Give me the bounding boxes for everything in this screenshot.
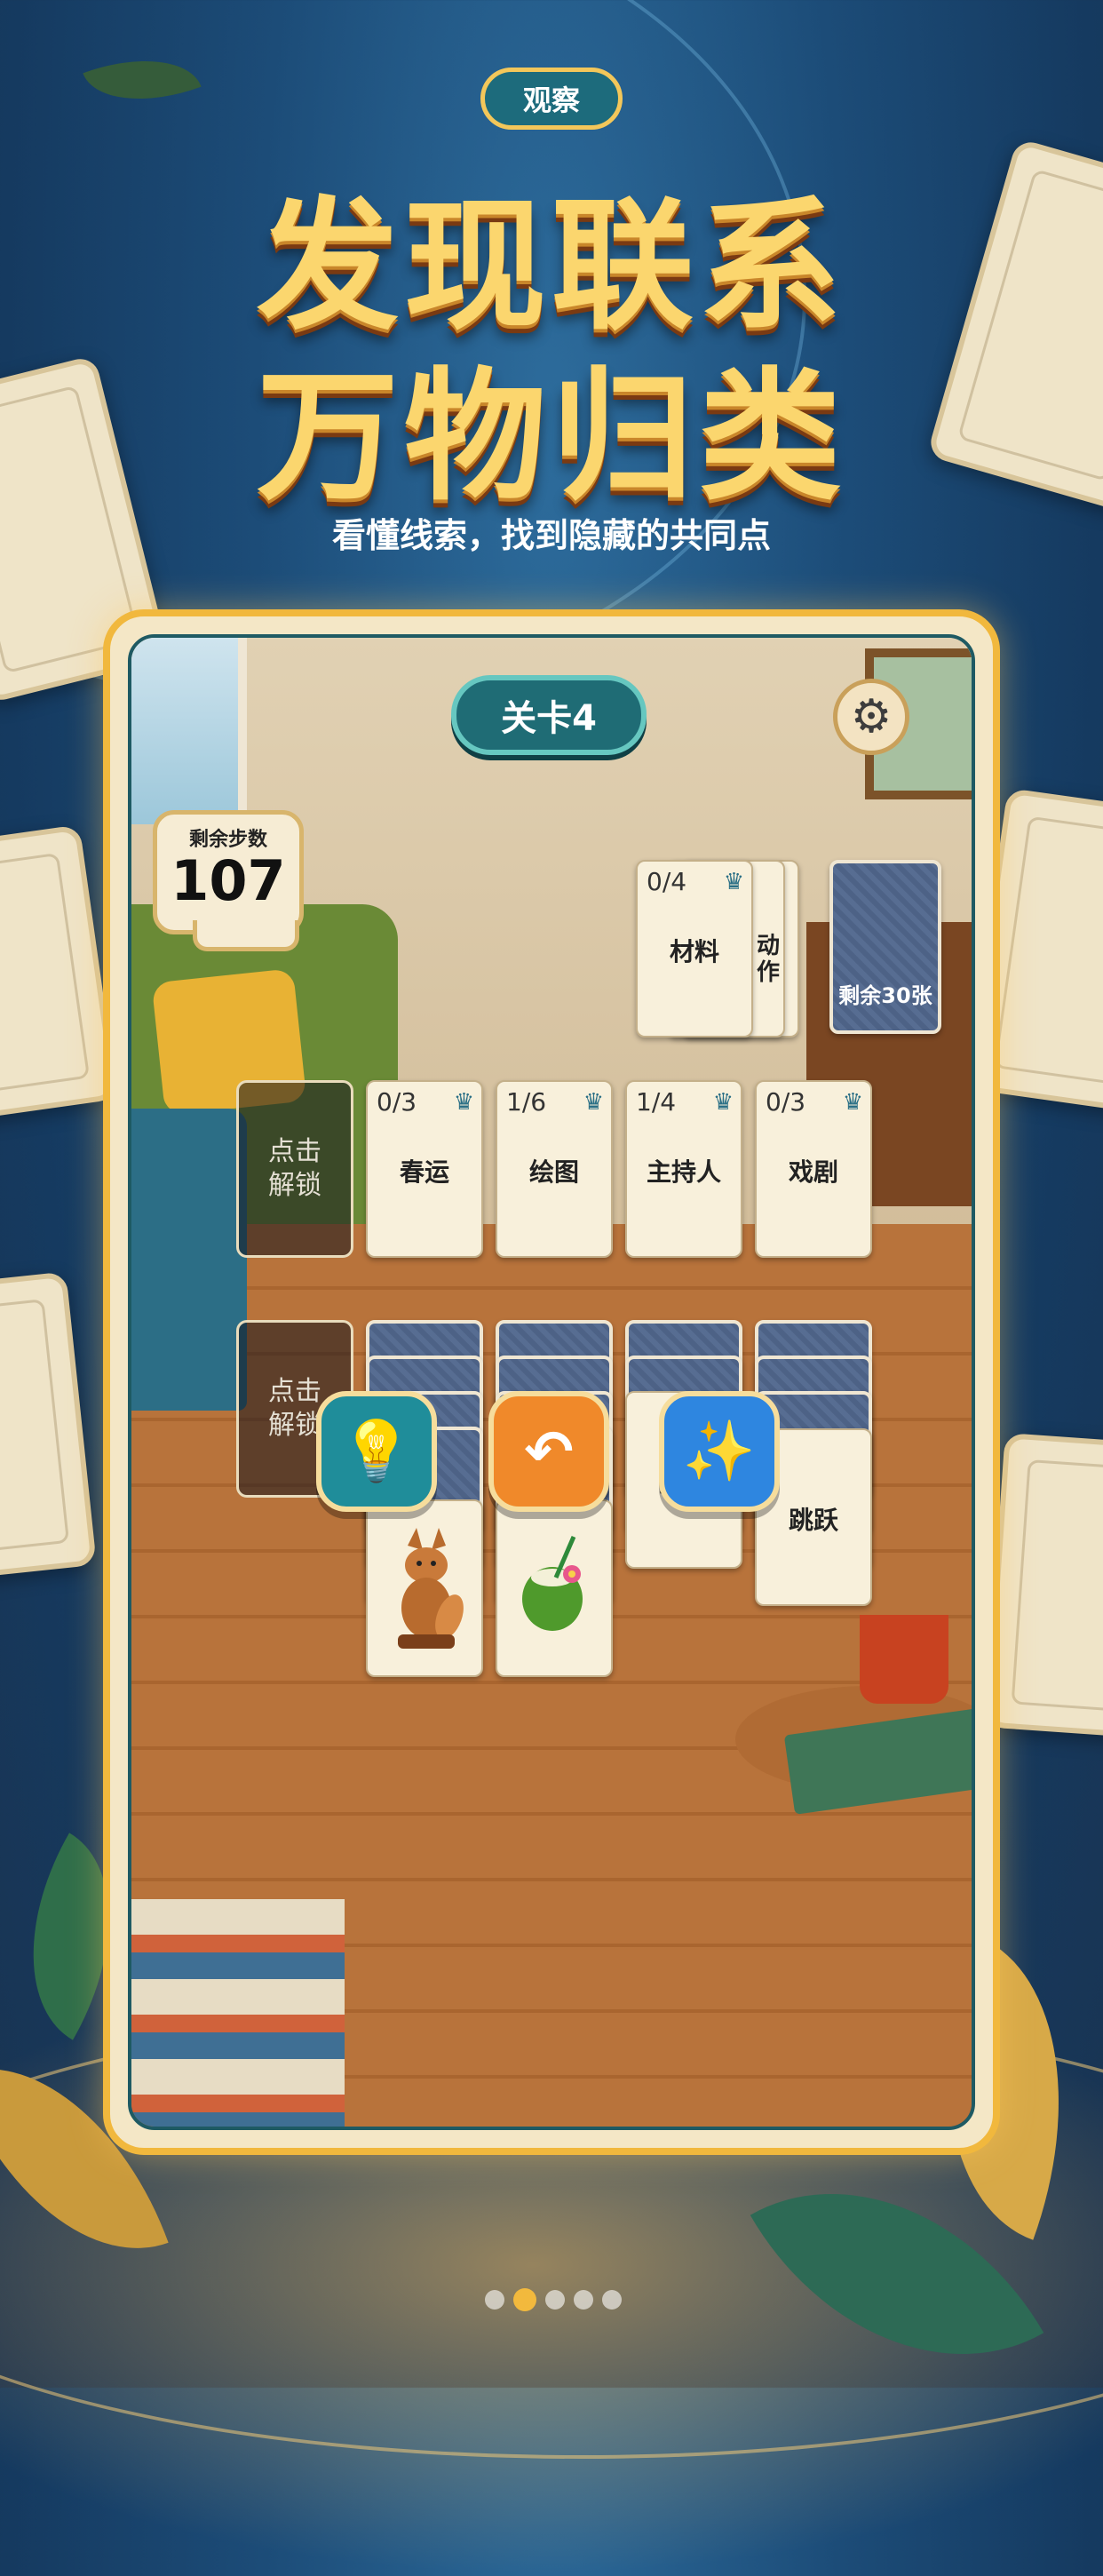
foundation-card[interactable]: 0/3 ♛ 春运 [366,1080,483,1258]
fox-statue-icon [398,1528,464,1649]
foundation-card[interactable]: 0/3 ♛ 戏剧 [755,1080,872,1258]
game-screen: 关卡4 ⚙ 剩余步数 107 动 作 0/4 ♛ 材料 剩余30张 点击 解锁 0… [128,634,975,2130]
magic-button[interactable]: ✨ [659,1391,780,1512]
foundation-card[interactable]: 1/4 ♛ 主持人 [625,1080,742,1258]
blanket [131,1109,247,1411]
page-dot[interactable] [485,2290,504,2310]
subtitle: 看懂线索，找到隐藏的共同点 [331,516,771,555]
page-dot[interactable] [545,2290,565,2310]
window [131,638,247,824]
title-line-2: 万物归类 [256,354,846,520]
pagination-dots [485,2288,622,2311]
undo-button[interactable]: ↶ [488,1391,609,1512]
page-dot[interactable] [574,2290,593,2310]
lightbulb-icon: 💡 [339,1417,414,1485]
level-badge: 关卡4 [451,675,647,755]
tableau-top-card[interactable] [366,1499,483,1677]
tableau-top-card[interactable] [496,1499,613,1677]
foundation-card[interactable]: 1/6 ♛ 绘图 [496,1080,613,1258]
waste-card-name: 材料 [669,937,719,966]
jester-hat-icon: ♛ [723,869,744,895]
waste-card-top[interactable]: 0/4 ♛ 材料 [636,860,753,1038]
category-tag: 观察 [480,68,623,130]
bg-card-left-3 [0,1271,97,1582]
gear-icon[interactable]: ⚙ [833,679,909,755]
bg-card-right-3 [984,1433,1103,1740]
striped-rug [131,1899,345,2127]
coffee-mug [860,1615,948,1704]
moves-counter: 剩余步数 107 [153,810,304,951]
moves-value: 107 [171,848,286,913]
locked-slot-1[interactable]: 点击 解锁 [236,1080,353,1258]
page-dot-active[interactable] [513,2288,536,2311]
jester-hat-icon: ♛ [453,1089,474,1116]
jester-hat-icon: ♛ [842,1089,863,1116]
waste-card-count: 0/4 [647,867,687,896]
undo-arrow-icon: ↶ [524,1417,574,1486]
jester-hat-icon: ♛ [583,1089,604,1116]
coconut-drink-icon [522,1536,583,1631]
magic-wand-icon: ✨ [682,1417,757,1485]
bg-card-left-2 [0,824,118,1123]
stock-pile[interactable]: 剩余30张 [829,860,941,1034]
hint-button[interactable]: 💡 [316,1391,437,1512]
page-dot[interactable] [602,2290,622,2310]
jester-hat-icon: ♛ [712,1089,734,1116]
stock-count-label: 剩余30张 [838,983,932,1008]
